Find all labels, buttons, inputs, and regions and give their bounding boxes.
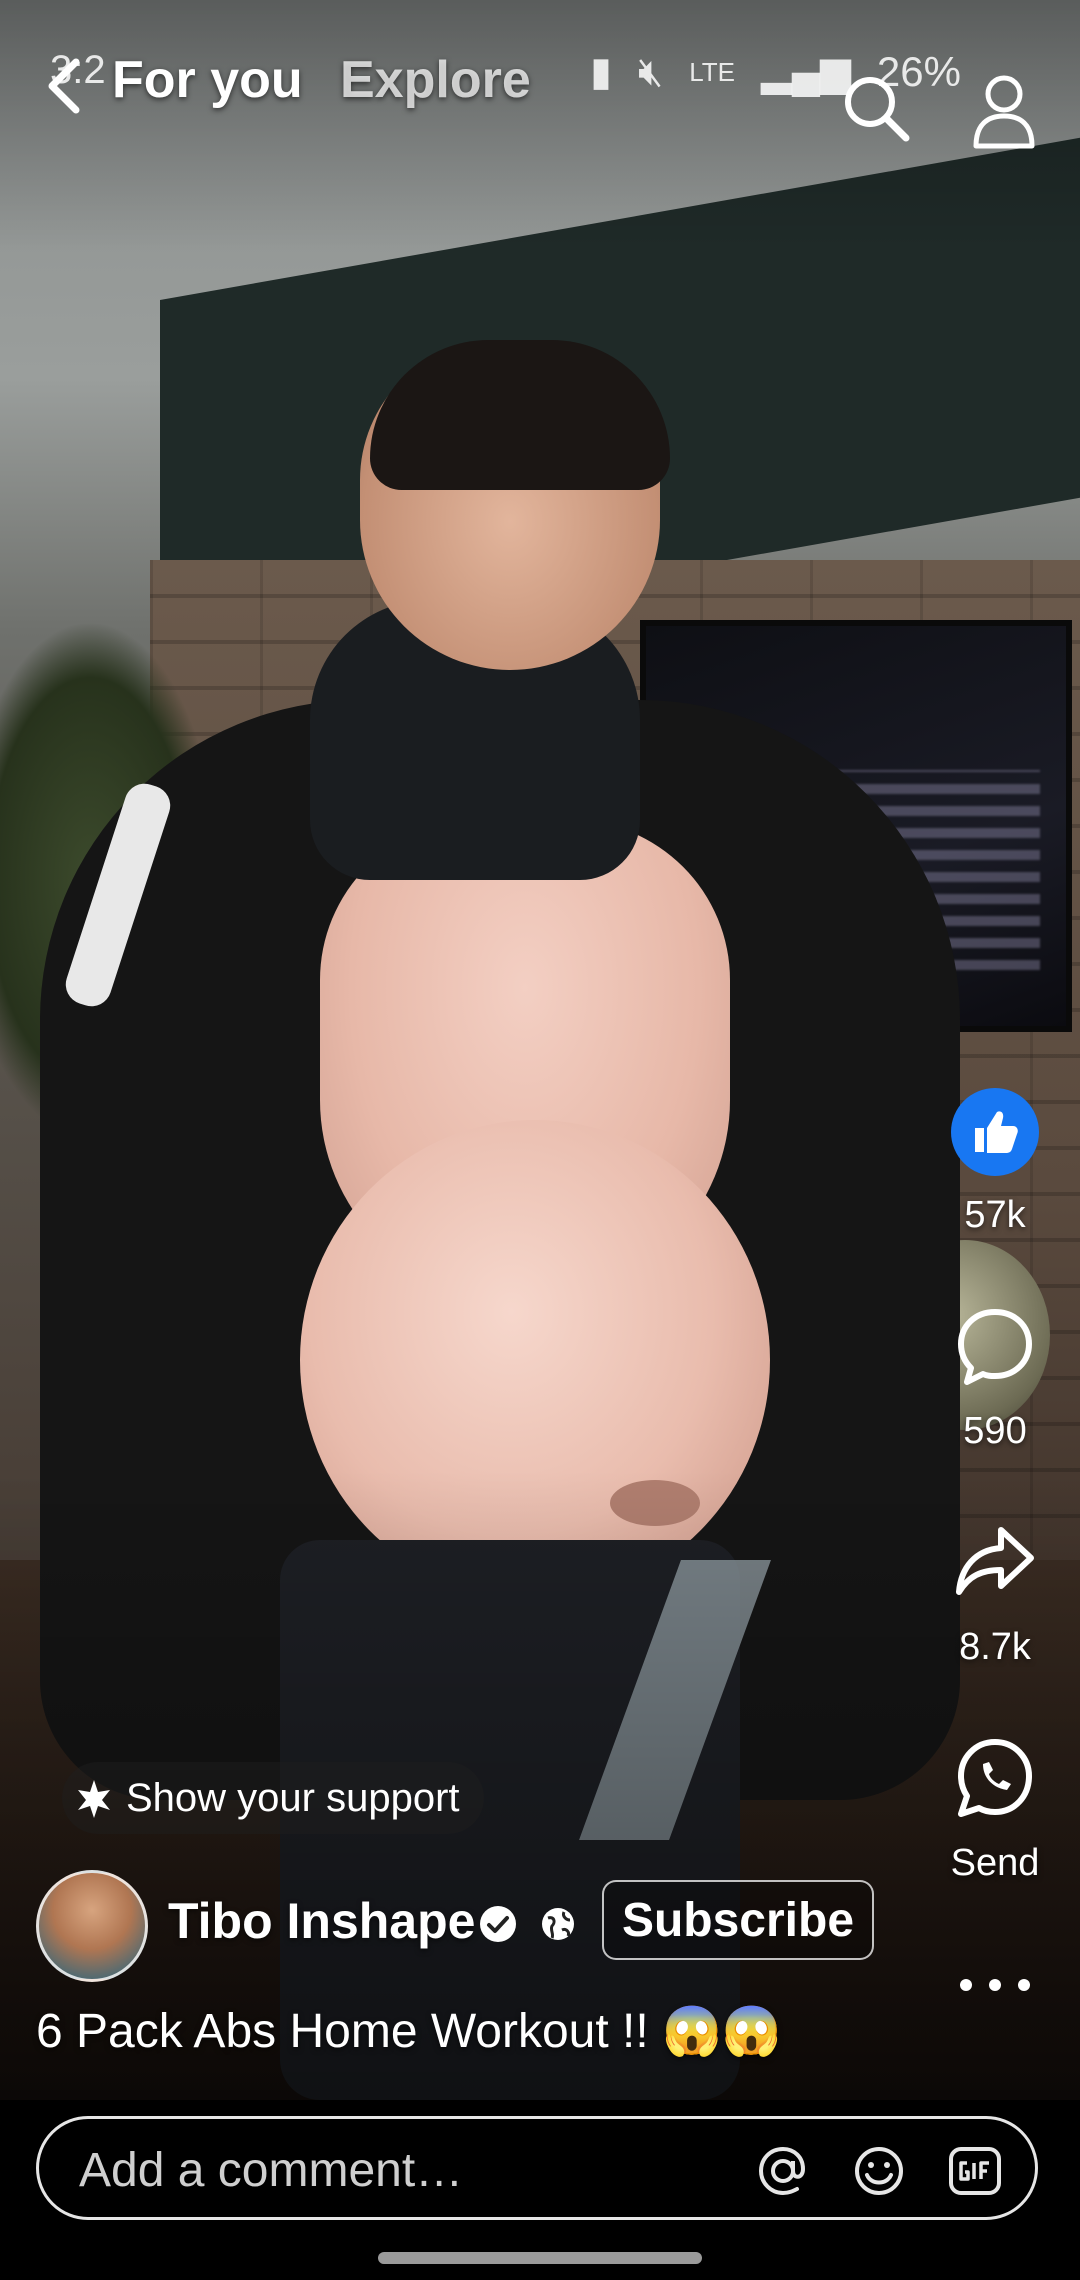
top-header: For you Explore bbox=[0, 36, 1080, 149]
share-icon bbox=[956, 1527, 1034, 1595]
profile-icon bbox=[973, 75, 1035, 149]
verified-icon bbox=[480, 1906, 516, 1942]
search-button[interactable] bbox=[840, 72, 912, 144]
channel-name[interactable]: Tibo Inshape bbox=[168, 1892, 475, 1950]
comment-count: 590 bbox=[963, 1410, 1027, 1452]
send-label: Send bbox=[950, 1842, 1040, 1884]
like-button[interactable]: 57k bbox=[940, 1088, 1050, 1237]
shorts-screen: 3:2 ▮ 🔇︎ LTE ▂▄▆ 26% For you Explore 57k… bbox=[0, 0, 1080, 2280]
back-button[interactable] bbox=[36, 50, 96, 120]
comment-placeholder: Add a comment… bbox=[79, 2144, 464, 2197]
search-icon bbox=[845, 77, 910, 142]
show-support-button[interactable]: Show your support bbox=[62, 1762, 484, 1834]
comment-input[interactable]: Add a comment… bbox=[36, 2116, 1038, 2220]
globe-icon bbox=[542, 1908, 574, 1940]
comment-icon bbox=[958, 1309, 1032, 1385]
share-count: 8.7k bbox=[959, 1626, 1031, 1668]
at-icon[interactable] bbox=[755, 2143, 811, 2199]
emoji-icon[interactable] bbox=[851, 2143, 907, 2199]
more-options-button[interactable] bbox=[960, 1970, 1030, 2000]
gif-icon[interactable] bbox=[947, 2143, 1003, 2199]
channel-avatar[interactable] bbox=[36, 1870, 148, 1982]
whatsapp-icon bbox=[958, 1739, 1032, 1817]
profile-button[interactable] bbox=[968, 72, 1040, 152]
comment-button[interactable]: 590 bbox=[940, 1300, 1050, 1453]
like-count: 57k bbox=[964, 1194, 1026, 1236]
subscribe-button[interactable]: Subscribe bbox=[602, 1880, 874, 1960]
video-caption: 6 Pack Abs Home Workout !! 😱😱 bbox=[36, 2005, 782, 2058]
send-button[interactable]: Send bbox=[940, 1732, 1050, 1885]
back-icon bbox=[48, 58, 80, 114]
tab-explore[interactable]: Explore bbox=[340, 50, 531, 110]
like-circle bbox=[951, 1088, 1039, 1176]
tab-for-you[interactable]: For you bbox=[112, 50, 303, 110]
sparkle-icon bbox=[78, 1780, 110, 1818]
share-button[interactable]: 8.7k bbox=[940, 1516, 1050, 1669]
support-label: Show your support bbox=[126, 1775, 460, 1820]
thumbs-up-icon bbox=[975, 1111, 1018, 1153]
home-indicator[interactable] bbox=[378, 2252, 702, 2264]
more-icon bbox=[960, 1979, 972, 1991]
